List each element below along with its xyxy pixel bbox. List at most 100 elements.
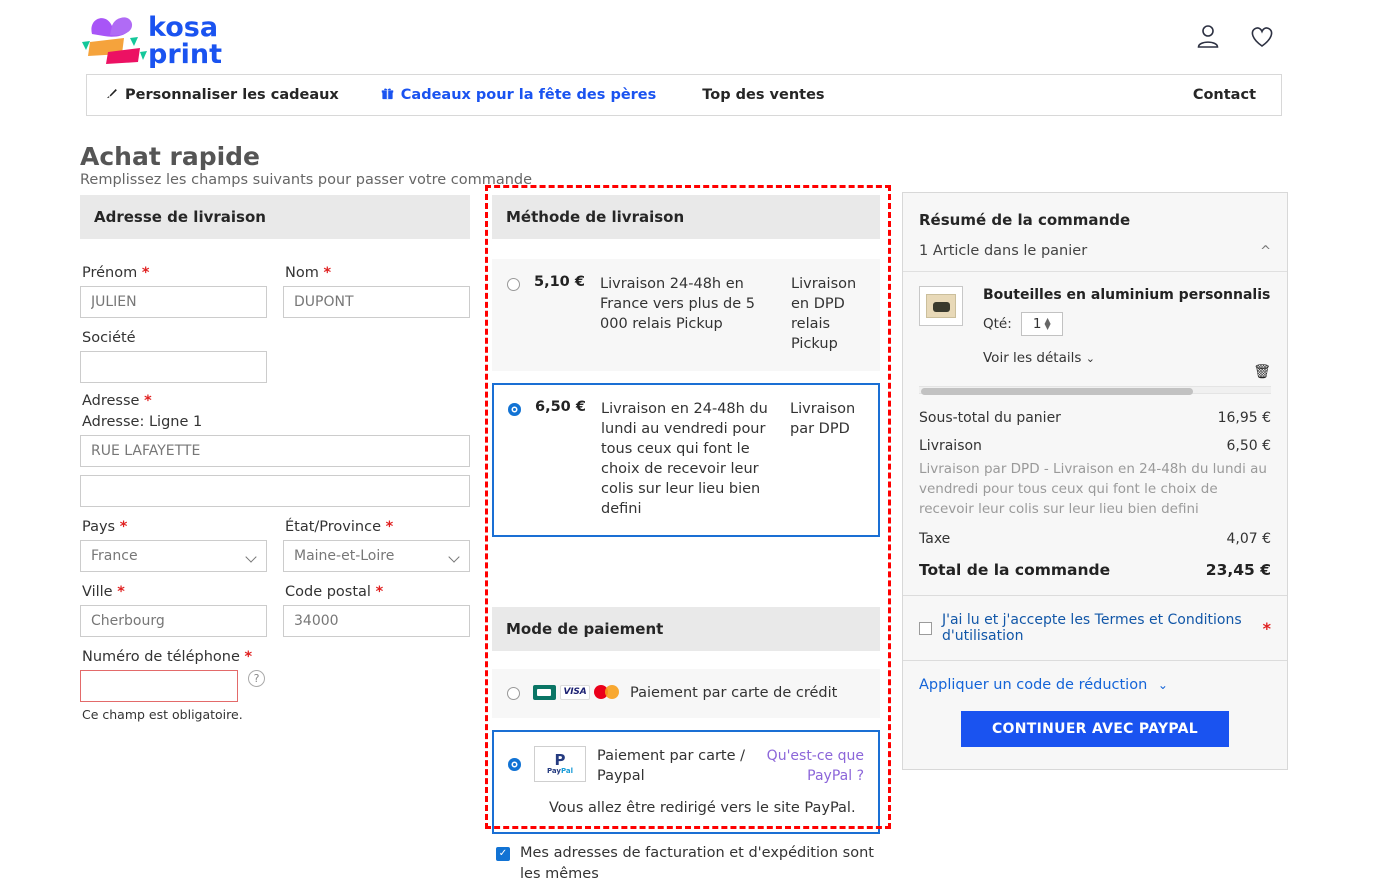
required-marker: * [117, 584, 125, 600]
payment-option-credit-card[interactable]: VISA Paiement par carte de crédit [492, 669, 880, 718]
header-icon-group [1194, 22, 1276, 50]
terms-row[interactable]: J'ai lu et j'accepte les Termes et Condi… [903, 596, 1287, 660]
order-summary-title: Résumé de la commande [919, 211, 1131, 229]
required-marker: * [144, 393, 152, 409]
same-address-row[interactable]: ✓ Mes adresses de facturation et d'expéd… [496, 843, 896, 885]
address-line1-label: Adresse: Ligne 1 [82, 414, 203, 430]
heart-icon[interactable] [1248, 22, 1276, 50]
checkout-page: kosa print Personnaliser les cadeaux Cad… [0, 0, 1376, 893]
line-value: 16,95 € [1217, 410, 1271, 426]
phone-error-message: Ce champ est obligatoire. [82, 707, 243, 722]
shipping-address-column: Adresse de livraison Prénom * Nom * [80, 195, 470, 724]
chevron-down-icon: ⌄ [1157, 678, 1168, 692]
cart-items-toggle[interactable]: 1 Article dans le panier ^ [903, 243, 1287, 272]
page-subtitle: Remplissez les champs suivants pour pass… [80, 172, 533, 188]
payment-radio-paypal[interactable] [508, 758, 521, 771]
kosaprint-logo[interactable]: kosa print [80, 8, 240, 70]
zip-label-text: Code postal [285, 584, 371, 600]
country-select-wrapper [80, 540, 267, 572]
shipping-address-form: Prénom * Nom * Société [80, 239, 470, 722]
payment-radio-credit-card[interactable] [507, 687, 520, 700]
quantity-label: Qté: [983, 316, 1012, 332]
required-marker: * [323, 265, 332, 281]
terms-label[interactable]: J'ai lu et j'accepte les Termes et Condi… [942, 612, 1253, 644]
product-name: Bouteilles en aluminium personnalis [983, 287, 1271, 303]
city-zip-row: Ville * Code postal * [80, 574, 470, 639]
question-mark-icon[interactable]: ? [248, 670, 265, 687]
cart-horizontal-scrollbar[interactable] [919, 386, 1271, 395]
summary-total: Total de la commande 23,45 € [919, 559, 1271, 595]
quantity-spinner-icon[interactable]: ▲ ▼ [1045, 317, 1051, 331]
person-icon[interactable] [1194, 22, 1222, 50]
address-label-text: Adresse [82, 393, 140, 409]
address-line1-input[interactable] [80, 435, 470, 467]
required-marker: * [244, 649, 253, 665]
phone-label-text: Numéro de téléphone [82, 649, 240, 665]
address-line2-input[interactable] [80, 475, 470, 507]
delivery-price: 5,10 € [534, 274, 585, 290]
see-details-label: Voir les détails [983, 350, 1082, 366]
lastname-label-text: Nom [285, 265, 319, 281]
firstname-input[interactable] [80, 286, 267, 318]
order-summary-column: Résumé de la commande 1 Article dans le … [902, 192, 1288, 770]
continue-with-paypal-button[interactable]: CONTINUER AVEC PAYPAL [961, 711, 1229, 747]
nav-item-personnaliser[interactable]: Personnaliser les cadeaux [105, 87, 339, 103]
lastname-field-group: Nom * [283, 255, 470, 318]
product-thumbnail[interactable] [919, 286, 963, 326]
zip-input[interactable] [283, 605, 470, 637]
terms-checkbox[interactable] [919, 621, 932, 635]
required-marker: * [385, 519, 394, 535]
line-label: Sous-total du panier [919, 410, 1061, 426]
order-summary-panel: Résumé de la commande 1 Article dans le … [902, 192, 1288, 770]
summary-line-shipping: Livraison 6,50 € [919, 438, 1271, 454]
company-input[interactable] [80, 351, 267, 383]
see-details-link[interactable]: Voir les détails ⌄ [983, 350, 1271, 366]
payment-option-paypal[interactable]: P PayPal Paiement par carte / Paypal Qu'… [492, 730, 880, 834]
delivery-price: 6,50 € [535, 399, 586, 415]
lastname-input[interactable] [283, 286, 470, 318]
svg-text:print: print [148, 39, 222, 68]
shipping-address-heading: Adresse de livraison [80, 195, 470, 239]
country-label: Pays * [82, 519, 267, 535]
chevron-down-icon: ⌄ [1085, 352, 1095, 365]
nav-item-fete-des-peres[interactable]: Cadeaux pour la fête des pères [381, 87, 656, 103]
required-marker: * [119, 519, 128, 535]
city-input[interactable] [80, 605, 267, 637]
summary-line-subtotal: Sous-total du panier 16,95 € [919, 410, 1271, 426]
quantity-stepper[interactable]: 1 ▲ ▼ [1020, 312, 1063, 336]
phone-input[interactable] [80, 670, 238, 702]
delivery-option-dpd[interactable]: 6,50 € Livraison en 24-48h du lundi au v… [492, 383, 880, 537]
what-is-paypal-link[interactable]: Qu'est-ce que PayPal ? [766, 746, 864, 786]
trash-icon[interactable]: 🗑 [1253, 364, 1271, 380]
delivery-payment-column: Méthode de livraison 5,10 € Livraison 24… [492, 195, 880, 834]
page-title: Achat rapide [80, 142, 261, 171]
cart-items-count: 1 Article dans le panier [919, 243, 1088, 259]
same-address-checkbox[interactable]: ✓ [496, 847, 510, 861]
promo-code-toggle[interactable]: Appliquer un code de réduction ⌄ [903, 677, 1287, 693]
nav-item-contact[interactable]: Contact [1193, 87, 1256, 103]
city-label-text: Ville [82, 584, 113, 600]
delivery-heading: Méthode de livraison [492, 195, 880, 239]
address-label: Adresse * [82, 393, 470, 409]
delivery-description: Livraison en 24-48h du lundi au vendredi… [601, 401, 768, 517]
required-marker: * [375, 584, 384, 600]
scrollbar-thumb[interactable] [921, 388, 1193, 395]
country-select[interactable] [80, 540, 267, 572]
delivery-option-pickup[interactable]: 5,10 € Livraison 24-48h en France vers p… [492, 259, 880, 371]
delivery-radio-pickup[interactable] [507, 278, 520, 291]
payment-label: Paiement par carte / Paypal [597, 748, 746, 784]
address-group: Adresse * Adresse: Ligne 1 [80, 393, 470, 507]
paypal-redirect-note: Vous allez être redirigé vers le site Pa… [549, 800, 856, 816]
nav-item-top-des-ventes[interactable]: Top des ventes [702, 87, 824, 103]
lastname-label: Nom * [285, 265, 470, 281]
state-select[interactable] [283, 540, 470, 572]
state-field-group: État/Province * [283, 509, 470, 572]
required-marker: * [141, 265, 150, 281]
quantity-value: 1 [1032, 316, 1042, 332]
paypal-option-row: P PayPal Paiement par carte / Paypal Qu'… [508, 746, 864, 786]
gift-icon [381, 87, 394, 103]
delivery-radio-dpd[interactable] [508, 403, 521, 416]
city-label: Ville * [82, 584, 267, 600]
summary-line-tax: Taxe 4,07 € [919, 531, 1271, 547]
firstname-label: Prénom * [82, 265, 267, 281]
